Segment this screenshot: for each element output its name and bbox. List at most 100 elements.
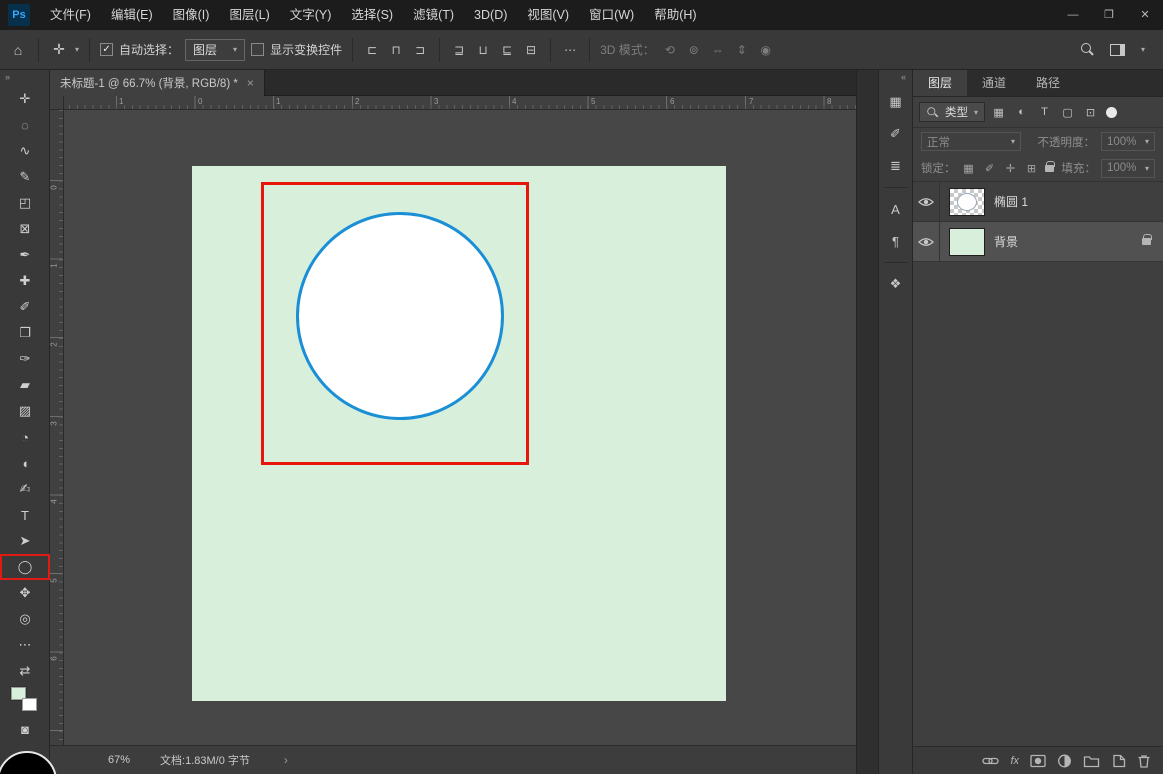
3d-panel-icon[interactable]: ❖ xyxy=(883,271,909,297)
elliptical-marquee-tool[interactable]: ◌ xyxy=(0,112,50,138)
filter-shape-icon[interactable]: ▢ xyxy=(1058,103,1077,122)
eraser-tool[interactable]: ▰ xyxy=(0,372,50,398)
visibility-toggle[interactable] xyxy=(913,182,940,221)
horizontal-ruler[interactable]: 1 0 1 2 3 4 5 6 7 8 xyxy=(64,96,856,110)
ellipse-tool[interactable]: ◯ xyxy=(0,554,50,580)
lock-transparency-icon[interactable]: ▦ xyxy=(961,162,977,175)
visibility-toggle[interactable] xyxy=(913,222,940,261)
auto-select-target-dropdown[interactable]: 图层 ▾ xyxy=(185,39,245,61)
menu-item-3d[interactable]: 3D(D) xyxy=(464,0,517,30)
3d-slide-icon[interactable]: ⇕ xyxy=(733,43,751,57)
menu-item-select[interactable]: 选择(S) xyxy=(341,0,403,30)
expand-panels-button[interactable]: « xyxy=(901,70,912,86)
canvas-viewport[interactable] xyxy=(64,110,856,745)
pen-tool[interactable]: ✍ xyxy=(0,476,50,502)
brush-tool[interactable]: ✐ xyxy=(0,294,50,320)
path-selection-tool[interactable]: ➤ xyxy=(0,528,50,554)
brush-panel-icon[interactable]: ✐ xyxy=(883,121,909,147)
menu-item-view[interactable]: 视图(V) xyxy=(517,0,579,30)
paragraph-panel-icon[interactable]: ¶ xyxy=(883,228,909,254)
layer-thumbnail[interactable] xyxy=(949,188,985,216)
align-top-icon[interactable]: ⊒ xyxy=(450,43,468,57)
lock-paint-icon[interactable]: ✐ xyxy=(982,162,998,175)
show-transform-checkbox[interactable] xyxy=(251,43,264,56)
3d-roll-icon[interactable]: ⊚ xyxy=(685,43,703,57)
align-right-icon[interactable]: ⊐ xyxy=(411,43,429,57)
history-brush-tool[interactable]: ✑ xyxy=(0,346,50,372)
menu-item-image[interactable]: 图像(I) xyxy=(163,0,220,30)
layer-name[interactable]: 椭圆 1 xyxy=(994,193,1028,210)
character-panel-icon[interactable]: A xyxy=(883,196,909,222)
align-bottom-icon[interactable]: ⊑ xyxy=(498,43,516,57)
align-middle-icon[interactable]: ⊔ xyxy=(474,43,492,57)
layer-row-ellipse[interactable]: 椭圆 1 xyxy=(913,182,1163,222)
lock-artboard-icon[interactable]: ⊞ xyxy=(1024,162,1040,175)
maximize-button[interactable]: ❐ xyxy=(1091,0,1127,30)
frame-tool[interactable]: ⊠ xyxy=(0,216,50,242)
3d-pan-icon[interactable]: ⇔ xyxy=(709,43,727,57)
quick-selection-tool[interactable]: ✎ xyxy=(0,164,50,190)
tab-channels[interactable]: 通道 xyxy=(967,70,1021,96)
add-mask-button[interactable] xyxy=(1030,754,1046,768)
healing-brush-tool[interactable]: ✚ xyxy=(0,268,50,294)
filter-smart-icon[interactable]: ⊡ xyxy=(1081,103,1100,122)
fill-select[interactable]: 100% ▾ xyxy=(1101,159,1155,178)
lasso-tool[interactable]: ∿ xyxy=(0,138,50,164)
align-left-icon[interactable]: ⊏ xyxy=(363,43,381,57)
gradient-tool[interactable]: ▨ xyxy=(0,398,50,424)
menu-item-type[interactable]: 文字(Y) xyxy=(280,0,342,30)
close-icon[interactable]: × xyxy=(247,76,254,90)
swatches-panel-icon[interactable]: ▦ xyxy=(883,89,909,115)
menu-item-help[interactable]: 帮助(H) xyxy=(644,0,706,30)
blend-mode-select[interactable]: 正常 ▾ xyxy=(921,132,1021,151)
adjustment-layer-button[interactable] xyxy=(1057,754,1072,768)
layer-row-background[interactable]: 背景 xyxy=(913,222,1163,262)
filter-pixel-icon[interactable]: ▦ xyxy=(989,103,1008,122)
new-group-button[interactable] xyxy=(1083,754,1100,768)
move-tool[interactable]: ✛ xyxy=(0,86,50,112)
hand-tool[interactable]: ✥ xyxy=(0,580,50,606)
current-tool-icon[interactable]: ✛ xyxy=(49,41,69,58)
align-center-icon[interactable]: ⊓ xyxy=(387,43,405,57)
menu-item-window[interactable]: 窗口(W) xyxy=(579,0,644,30)
menu-item-layer[interactable]: 图层(L) xyxy=(219,0,279,30)
background-color-swatch[interactable] xyxy=(22,698,37,711)
menu-item-filter[interactable]: 滤镜(T) xyxy=(403,0,464,30)
tab-layers[interactable]: 图层 xyxy=(913,70,967,96)
status-expand-icon[interactable]: › xyxy=(284,753,288,767)
layer-thumbnail[interactable] xyxy=(949,228,985,256)
filter-adjustment-icon[interactable]: ◐ xyxy=(1012,103,1031,122)
new-layer-button[interactable] xyxy=(1111,754,1126,768)
3d-orbit-icon[interactable]: ⟲ xyxy=(661,43,679,57)
document-tab[interactable]: 未标题-1 @ 66.7% (背景, RGB/8) * × xyxy=(50,70,265,96)
layer-style-button[interactable]: fx xyxy=(1010,755,1019,767)
opacity-select[interactable]: 100% ▾ xyxy=(1101,132,1155,151)
blur-tool[interactable]: ◔ xyxy=(0,424,50,450)
filter-toggle[interactable] xyxy=(1106,107,1117,118)
link-layers-button[interactable] xyxy=(982,754,999,768)
auto-select-checkbox[interactable]: ✓ xyxy=(100,43,113,56)
layer-name[interactable]: 背景 xyxy=(994,233,1018,250)
more-options-button[interactable]: ⋯ xyxy=(561,43,579,57)
document-canvas[interactable] xyxy=(192,166,726,701)
zoom-tool[interactable]: ◎ xyxy=(0,606,50,632)
workspace-icon[interactable] xyxy=(1110,44,1125,56)
filter-type-icon[interactable]: T xyxy=(1035,103,1054,122)
clone-stamp-tool[interactable]: ❐ xyxy=(0,320,50,346)
menu-item-file[interactable]: 文件(F) xyxy=(40,0,101,30)
chevron-down-icon[interactable]: ▾ xyxy=(75,45,79,54)
zoom-level[interactable]: 67% xyxy=(108,754,130,766)
quick-mask-button[interactable]: ◙ xyxy=(0,716,50,742)
minimize-button[interactable]: — xyxy=(1055,0,1091,30)
crop-tool[interactable]: ◰ xyxy=(0,190,50,216)
lock-all-icon[interactable] xyxy=(1045,165,1054,172)
swap-colors-button[interactable]: ⇄ xyxy=(0,658,50,684)
chevron-down-icon[interactable]: ▾ xyxy=(1141,45,1145,54)
3d-scale-icon[interactable]: ◉ xyxy=(757,43,775,57)
type-tool[interactable]: T xyxy=(0,502,50,528)
dodge-tool[interactable]: ◖ xyxy=(0,450,50,476)
home-icon[interactable]: ⌂ xyxy=(8,42,28,58)
close-button[interactable]: ✕ xyxy=(1127,0,1163,30)
edit-toolbar-button[interactable]: ⋯ xyxy=(0,632,50,658)
delete-layer-button[interactable] xyxy=(1137,754,1151,768)
